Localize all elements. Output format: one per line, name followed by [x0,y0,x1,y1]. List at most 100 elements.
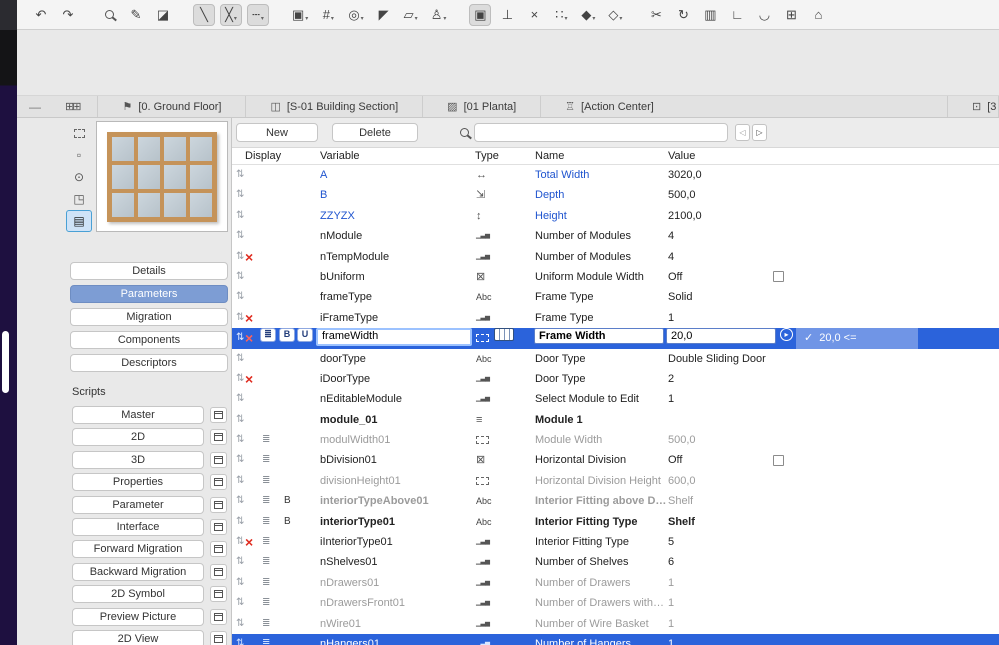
axonometry-icon[interactable]: ◳ [66,188,92,210]
display-toggle-icon[interactable]: ⇅ [236,206,244,226]
script-button[interactable]: Master [72,406,204,424]
display-toggle-icon[interactable]: ⇅ [236,614,244,634]
table-row[interactable]: ⇅ ≣ nDrawers01 ▁▃▅ Number of Drawers 1 [232,573,999,593]
home-icon[interactable]: ⌂ [807,4,829,26]
table-row[interactable]: ⇅ × iDoorType ▁▃▅ Door Type 2 [232,369,999,389]
display-toggle-icon[interactable]: ⇅ [236,634,244,645]
grid-snap-icon[interactable]: # ▾ [317,4,339,26]
script-button[interactable]: Backward Migration [72,562,204,581]
table-row[interactable]: ⇅ ZZYZX ↕ Height 2100,0 [232,206,999,226]
pencil-icon[interactable]: ✎ [125,4,147,26]
prev-param-button[interactable]: ◁ [735,124,750,141]
value-checkbox[interactable] [773,454,784,466]
tab-item[interactable]: ⚑ [0. Ground Floor] [97,96,245,117]
table-row[interactable]: ⇅ module_01 ≡ Module 1 [232,410,999,430]
display-toggle-icon[interactable]: ⇅ [236,491,244,511]
open-script-window-button[interactable] [210,451,227,468]
display-toggle-icon[interactable]: ⇅ [236,267,244,287]
spline-tool-icon[interactable]: ┄ ▾ [247,3,269,26]
open-script-window-button[interactable] [210,518,227,535]
script-button[interactable]: Interface [72,517,204,536]
array-values-button[interactable] [494,328,514,342]
display-toggle-icon[interactable]: ⇅ [236,308,244,328]
open-script-window-button[interactable] [210,608,227,625]
display-toggle-icon[interactable]: ⇅ [236,552,244,572]
cursor-icon[interactable]: ◤ [373,4,395,26]
scrollbar-thumb[interactable] [2,331,9,393]
polygon-icon[interactable]: ◇ ▾ [604,4,626,26]
delete-button[interactable]: Delete [332,123,418,142]
zoom-icon[interactable] [98,4,120,26]
b-flag-button[interactable]: B [279,328,295,343]
redo-icon[interactable]: ↷ [57,4,79,26]
display-toggle-icon[interactable]: ⇅ [236,512,244,532]
table-row[interactable]: ⇅ × ≣ B UframeWidth Frame Width 20,0 ▸ ✓ 20,0 <= [232,328,999,349]
dimension-icon[interactable]: ⊥ [496,4,518,26]
sidebar-item-migration[interactable]: Migration [70,308,228,326]
table-row[interactable]: ⇅ ≣ nHangers01 ▁▃▅ Number of Hangers 1 [232,633,999,645]
script-button[interactable]: Parameter [72,495,204,514]
script-button[interactable]: Preview Picture [72,607,204,626]
new-button[interactable]: New [236,123,318,142]
sidebar-item-details[interactable]: Details [70,262,228,280]
sheet-icon[interactable]: ▱ ▾ [400,4,422,26]
script-button[interactable]: 3D [72,450,204,469]
name-input[interactable]: Frame Width [534,328,664,345]
layers-icon[interactable]: ▣ ▾ [288,4,312,26]
table-row[interactable]: ⇅ ≣ nWire01 ▁▃▅ Number of Wire Basket 1 [232,614,999,634]
table-row[interactable]: ⇅ B ⇲ Depth 500,0 [232,185,999,205]
display-toggle-icon[interactable]: ⇅ [236,573,244,593]
display-toggle-icon[interactable]: ⇅ [236,349,244,369]
pin-icon[interactable]: ⊙ [66,166,92,188]
script-button[interactable]: Forward Migration [72,540,204,559]
eraser-icon[interactable]: ◪ [152,4,174,26]
table-row[interactable]: ⇅ nModule ▁▃▅ Number of Modules 4 [232,226,999,246]
next-param-button[interactable]: ▷ [752,124,767,141]
display-toggle-icon[interactable]: ⇅ [236,185,244,205]
table-row[interactable]: ⇅ bUniform ⊠ Uniform Module Width Off [232,267,999,287]
script-button[interactable]: 2D Symbol [72,585,204,604]
scissors-icon[interactable]: ✂ [645,4,667,26]
display-toggle-icon[interactable]: ⇅ [236,247,244,267]
table-row[interactable]: ⇅ ≣ BinteriorTypeAbove01 Abc Interior Fittin… [232,491,999,511]
hotspot-icon[interactable]: ▣ [469,3,492,26]
display-toggle-icon[interactable]: ⇅ [236,389,244,409]
sidebar-item-parameters[interactable]: Parameters [70,285,228,303]
open-script-window-button[interactable] [210,586,227,603]
tab-item[interactable]: ▨ [01 Planta] [422,96,540,117]
table-row[interactable]: ⇅ frameType Abc Frame Type Solid [232,287,999,307]
sidebar-item-descriptors[interactable]: Descriptors [70,354,228,372]
display-toggle-icon[interactable]: ⇅ [236,226,244,246]
table-row[interactable]: ⇅ ≣ nDrawersFront01 ▁▃▅ Number of Drawers wi… [232,593,999,613]
table-row[interactable]: ⇅ doorType Abc Door Type Double Sliding Door [232,349,999,369]
table-row[interactable]: ⇅ × nTempModule ▁▃▅ Number of Modules 4 [232,247,999,267]
table-row[interactable]: ⇅ × ≣ iInteriorType01 ▁▃▅ Interior Fitting Ty… [232,532,999,552]
u-flag-button[interactable]: U [297,328,313,343]
script-button[interactable]: 2D View [72,629,204,645]
list-view-icon[interactable]: ▤ [66,210,92,232]
sidebar-item-components[interactable]: Components [70,331,228,349]
display-toggle-icon[interactable]: ⇅ [236,430,244,450]
undo-icon[interactable]: ↶ [30,4,52,26]
display-toggle-icon[interactable]: ⇅ [236,532,244,552]
open-script-window-button[interactable] [210,429,227,446]
display-toggle-icon[interactable]: ⇅ [236,165,244,185]
open-script-window-button[interactable] [210,541,227,558]
display-toggle-icon[interactable]: ⇅ [236,450,244,470]
fill-icon[interactable]: ◆ ▾ [577,4,599,26]
script-button[interactable]: Properties [72,473,204,492]
value-input[interactable]: 20,0 [666,328,776,345]
table-row[interactable]: ⇅ × iFrameType ▁▃▅ Frame Type 1 [232,308,999,328]
rotate-icon[interactable]: ↻ [672,4,694,26]
open-script-window-button[interactable] [210,496,227,513]
table-row[interactable]: ⇅ nEditableModule ▁▃▅ Select Module to Edit… [232,389,999,409]
display-toggle-icon[interactable]: ⇅ [236,410,244,430]
open-script-window-button[interactable] [210,630,227,645]
panel-collapse-handle[interactable]: — [29,100,41,114]
open-script-window-button[interactable] [210,474,227,491]
table-row[interactable]: ⇅ ≣ modulWidth01 Module Width 500,0 [232,430,999,450]
corner-icon[interactable]: ∟ [726,4,748,26]
detach-icon[interactable]: × [523,4,545,26]
marquee-icon[interactable] [66,122,92,144]
arc-icon[interactable]: ◡ [753,4,775,26]
